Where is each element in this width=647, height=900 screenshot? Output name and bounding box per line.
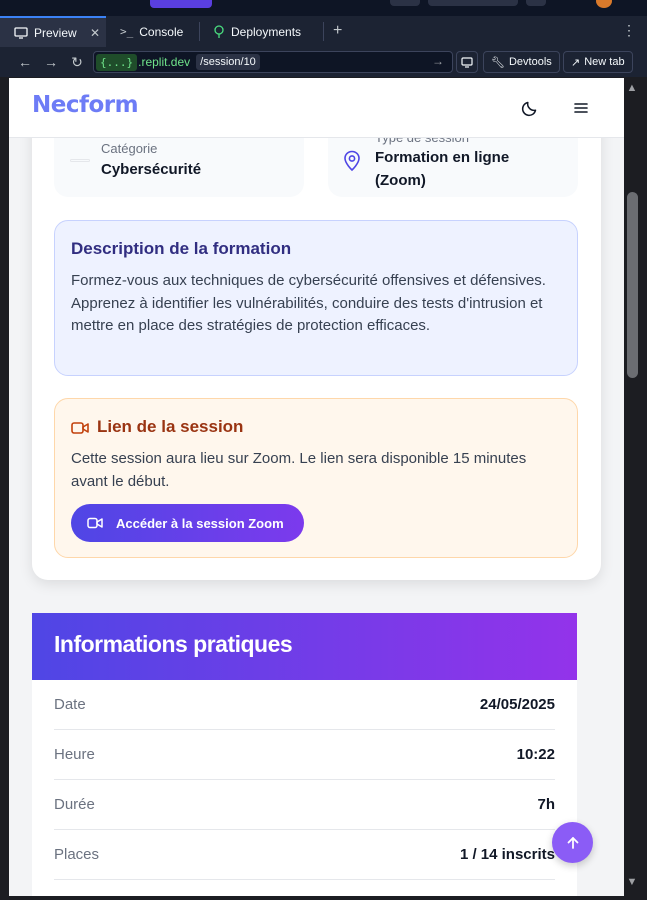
info-value: 7h bbox=[537, 796, 555, 813]
tab-label: Console bbox=[139, 24, 184, 39]
arrow-up-icon bbox=[567, 836, 578, 849]
monitor-icon bbox=[14, 26, 28, 39]
scroll-up-icon[interactable]: ▲ bbox=[625, 82, 639, 94]
session-card: Catégorie Cybersécurité Type de session … bbox=[32, 88, 601, 580]
hamburger-menu-icon[interactable] bbox=[571, 98, 591, 118]
practical-info-title: Informations pratiques bbox=[54, 631, 293, 657]
tag-icon bbox=[70, 159, 90, 162]
session-type-value: Formation en ligne (Zoom) bbox=[375, 149, 510, 189]
left-gutter bbox=[0, 78, 9, 900]
video-camera-icon bbox=[87, 517, 103, 529]
url-bar: ← → ↻ {...} .replit.dev /session/10 → 🔧︎… bbox=[0, 47, 647, 77]
tab-label: Preview bbox=[34, 25, 77, 40]
info-label: Places bbox=[54, 846, 100, 863]
more-vertical-icon[interactable]: ⋮ bbox=[622, 22, 636, 39]
screen-icon bbox=[461, 56, 473, 68]
devtools-button[interactable]: 🔧︎ Devtools bbox=[483, 51, 560, 73]
devtools-label: Devtools bbox=[508, 56, 552, 68]
practical-info-list: Date 24/05/2025 Heure 10:22 Durée 7h Pla… bbox=[32, 680, 577, 896]
tab-divider bbox=[323, 22, 324, 41]
join-zoom-button[interactable]: Accéder à la session Zoom bbox=[71, 504, 304, 542]
close-icon[interactable]: ✕ bbox=[90, 26, 100, 40]
category-value: Cybersécurité bbox=[101, 161, 202, 178]
join-zoom-label: Accéder à la session Zoom bbox=[116, 515, 284, 531]
back-arrow-icon[interactable]: ← bbox=[16, 53, 34, 71]
address-input[interactable]: {...} .replit.dev /session/10 → bbox=[93, 51, 453, 73]
description-section: Description de la formation Formez-vous … bbox=[54, 220, 578, 376]
forward-arrow-icon[interactable]: → bbox=[42, 53, 60, 71]
practical-info-header: Informations pratiques bbox=[32, 613, 577, 680]
header-button[interactable] bbox=[526, 0, 546, 6]
new-tab-button[interactable]: ↗ New tab bbox=[563, 51, 633, 73]
tab-preview[interactable]: Preview ✕ bbox=[0, 16, 106, 47]
avatar[interactable] bbox=[596, 0, 612, 8]
info-label: Date bbox=[54, 696, 86, 713]
domain-suffix: .replit.dev bbox=[138, 55, 191, 69]
scroll-down-icon[interactable]: ▼ bbox=[625, 876, 639, 888]
screen-button[interactable] bbox=[456, 51, 478, 73]
site-logo[interactable]: Necform bbox=[32, 92, 139, 118]
tab-console[interactable]: >_ Console bbox=[106, 16, 199, 47]
domain-token: {...} bbox=[96, 53, 138, 71]
preview-viewport: Catégorie Cybersécurité Type de session … bbox=[9, 78, 624, 896]
tab-bar: Preview ✕ >_ Console Deployments + ⋮ bbox=[0, 16, 647, 47]
deploy-icon bbox=[214, 25, 224, 38]
info-value: 10:22 bbox=[516, 746, 555, 763]
video-camera-icon bbox=[71, 422, 89, 434]
scroll-to-top-button[interactable] bbox=[552, 822, 593, 863]
invite-button[interactable] bbox=[428, 0, 518, 6]
info-row-seats: Places 1 / 14 inscrits bbox=[54, 830, 555, 880]
wrench-icon: 🔧︎ bbox=[491, 56, 505, 69]
info-value: 1 / 14 inscrits bbox=[459, 846, 555, 863]
tab-deployments[interactable]: Deployments bbox=[199, 16, 323, 47]
url-path: /session/10 bbox=[196, 54, 260, 70]
go-arrow-icon[interactable]: → bbox=[432, 54, 444, 68]
session-link-text: Cette session aura lieu sur Zoom. Le lie… bbox=[71, 450, 527, 490]
info-value: 24/05/2025 bbox=[479, 696, 555, 713]
site-header: Necform bbox=[9, 78, 624, 138]
category-label: Catégorie bbox=[101, 141, 158, 156]
workspace-header-strip bbox=[0, 0, 647, 16]
location-pin-icon bbox=[344, 150, 360, 172]
info-row-duration: Durée 7h bbox=[54, 780, 555, 830]
moon-icon[interactable] bbox=[520, 98, 540, 118]
session-link-section: Lien de la session Cette session aura li… bbox=[54, 398, 578, 558]
tab-label: Deployments bbox=[231, 24, 302, 39]
info-row-time: Heure 10:22 bbox=[54, 730, 555, 780]
reload-icon[interactable]: ↻ bbox=[68, 53, 86, 71]
terminal-icon: >_ bbox=[120, 25, 134, 38]
info-label: Heure bbox=[54, 746, 95, 763]
info-row-date: Date 24/05/2025 bbox=[54, 680, 555, 730]
session-link-title: Lien de la session bbox=[97, 417, 244, 436]
info-label: Durée bbox=[54, 796, 95, 813]
scrollbar-thumb[interactable] bbox=[627, 192, 638, 378]
plus-icon[interactable]: + bbox=[333, 22, 342, 40]
external-link-icon: ↗ bbox=[571, 56, 581, 69]
description-text: Formez-vous aux techniques de cybersécur… bbox=[71, 272, 546, 334]
new-tab-label: New tab bbox=[584, 56, 625, 68]
header-button[interactable] bbox=[390, 0, 420, 6]
description-title: Description de la formation bbox=[71, 239, 292, 258]
run-button[interactable] bbox=[150, 0, 212, 8]
